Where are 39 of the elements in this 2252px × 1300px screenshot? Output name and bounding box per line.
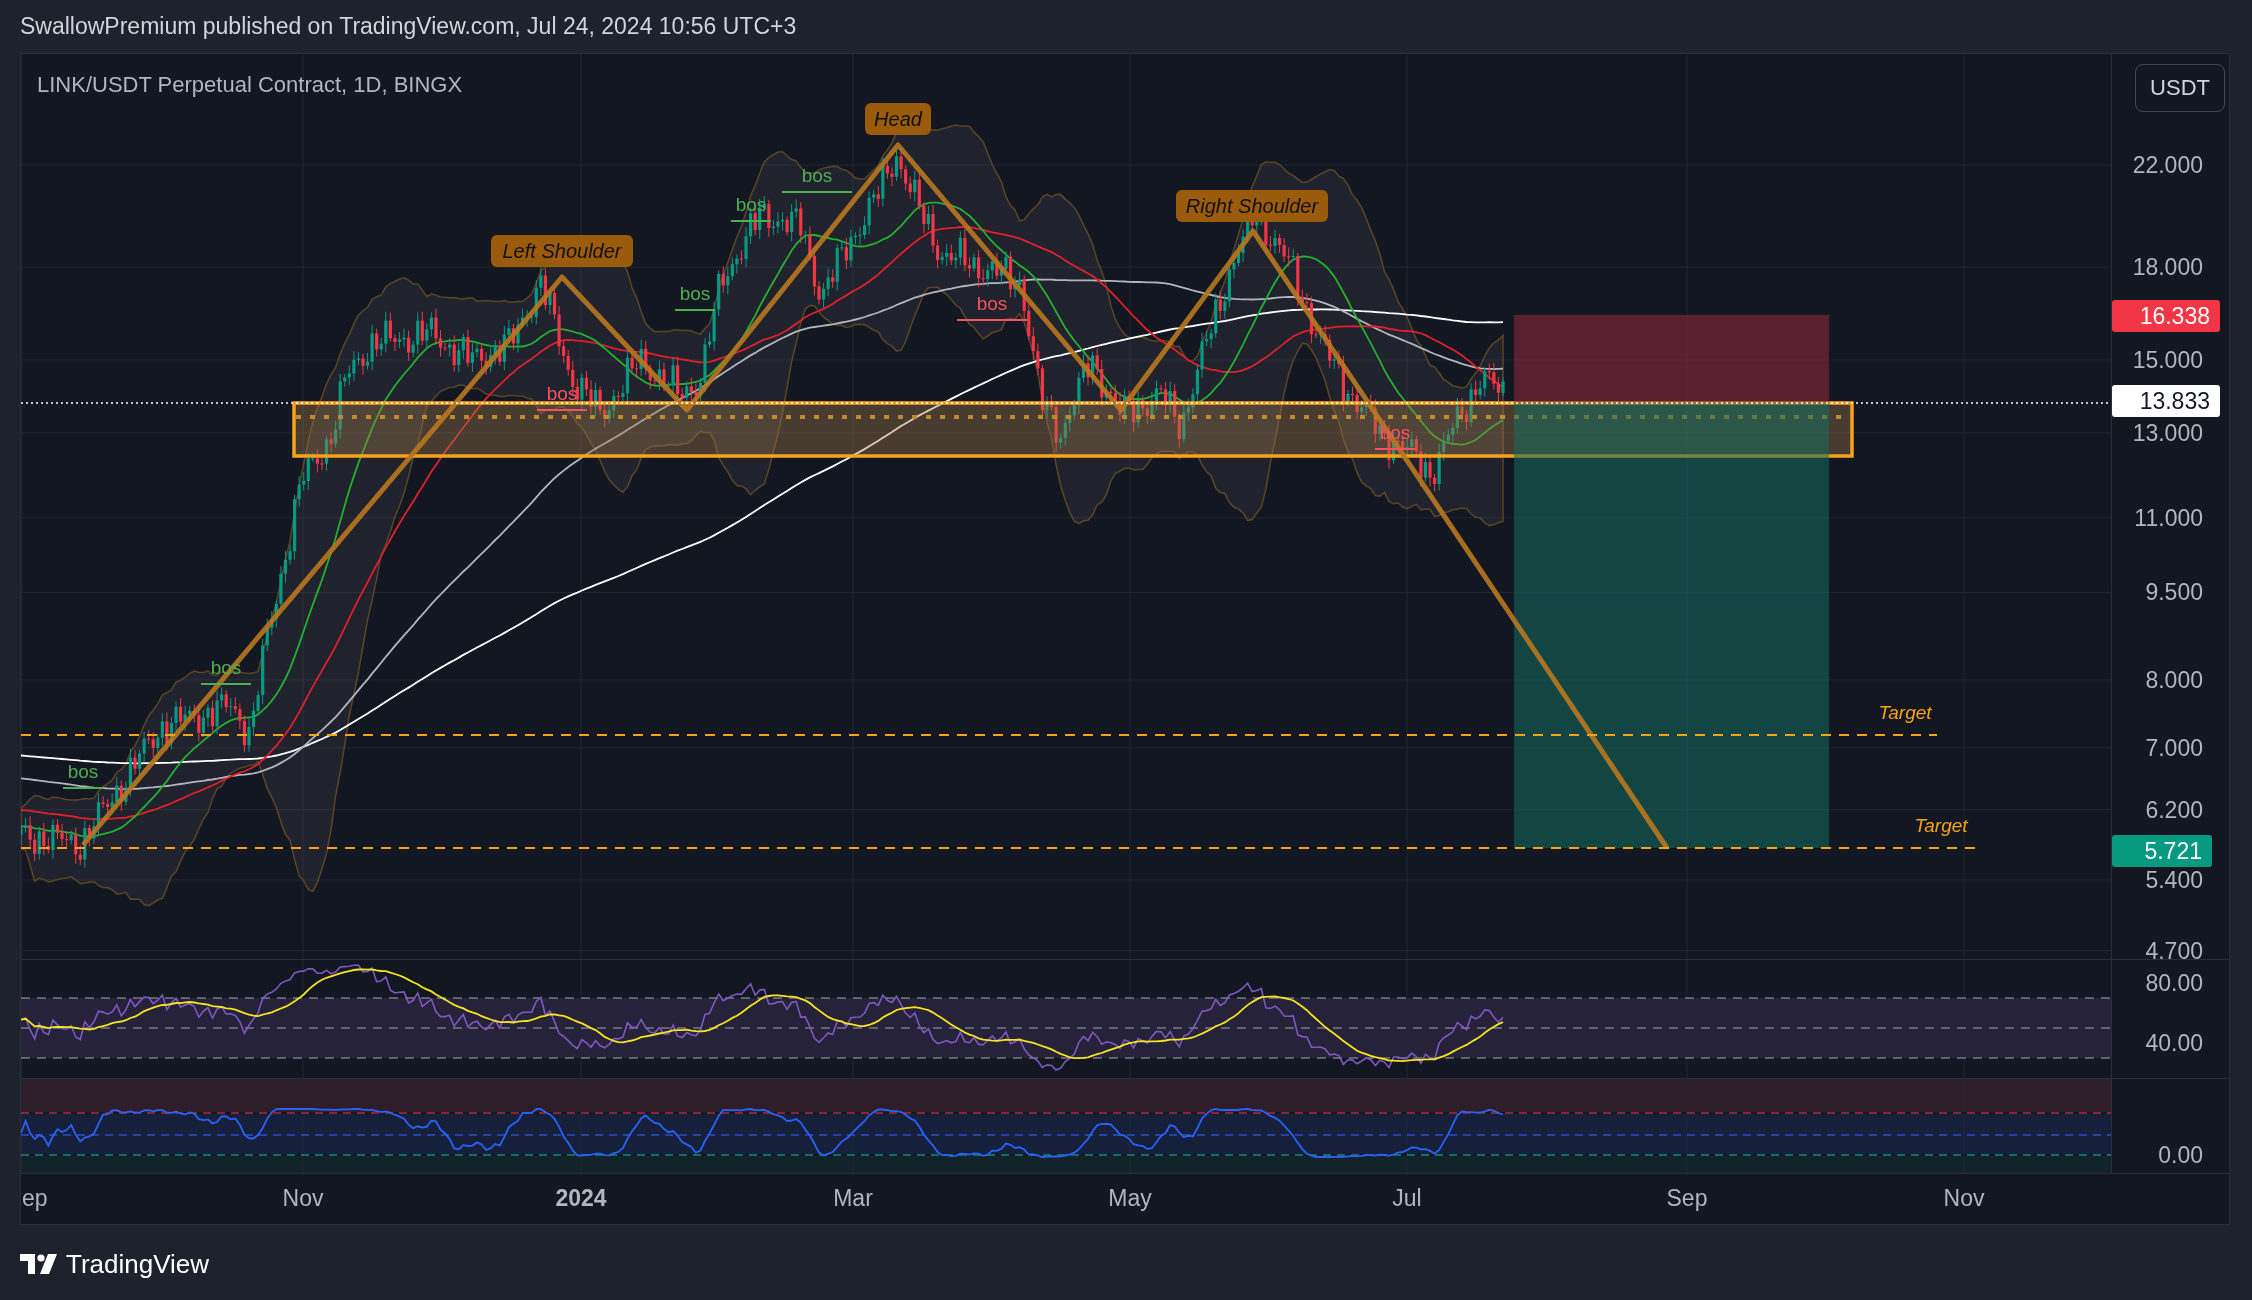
price-tag: 5.721 — [2112, 834, 2212, 867]
rsi-axis-label: 40.00 — [2145, 1029, 2203, 1057]
price-axis-label: 8.000 — [2145, 665, 2203, 694]
price-axis-label: 22.000 — [2132, 151, 2203, 179]
bos-label: bos — [62, 761, 104, 789]
pattern-label: Head — [865, 103, 931, 135]
price-axis-label: 13.000 — [2132, 418, 2203, 447]
price-axis-label: 6.200 — [2145, 795, 2203, 824]
price-axis-label: 9.500 — [2145, 578, 2203, 607]
pattern-label: Right Shoulder — [1176, 190, 1328, 222]
time-axis-label: Nov — [282, 1185, 324, 1212]
price-axis-label: 5.400 — [2145, 865, 2203, 894]
price-axis-label: 18.000 — [2132, 253, 2203, 282]
price-tag: 13.833 — [2112, 385, 2220, 418]
bos-label: bos — [956, 293, 1028, 321]
price-axis-label: 7.000 — [2145, 733, 2203, 762]
target-label: Target — [1878, 702, 1932, 723]
time-axis-label: Nov — [1943, 1185, 1985, 1212]
time-axis-label: May — [1108, 1185, 1152, 1212]
bos-label: bos — [674, 283, 716, 311]
time-axis-label: Jul — [1392, 1185, 1422, 1212]
logo-text: TradingView — [66, 1248, 210, 1280]
rsi-axis-label: 80.00 — [2145, 969, 2203, 997]
pattern-label: Left Shoulder — [491, 235, 633, 267]
currency-button[interactable]: USDT — [2135, 64, 2225, 112]
price-axis-label: 11.000 — [2134, 503, 2203, 532]
target-label: Target — [1914, 815, 1968, 836]
time-axis-label: Sep — [1666, 1185, 1708, 1212]
time-axis-label: ep — [22, 1185, 48, 1212]
time-axis-label: 2024 — [555, 1185, 607, 1212]
oscillator-axis-label: 0.00 — [2158, 1141, 2203, 1169]
price-axis-label: 15.000 — [2132, 345, 2203, 374]
price-tag: 16.338 — [2112, 300, 2220, 333]
price-axis-label: 4.700 — [2145, 936, 2203, 965]
time-axis-label: Mar — [833, 1185, 873, 1212]
publish-info: SwallowPremium published on TradingView.com, Jul 24, 2024 10:56 UTC+3 — [20, 13, 797, 40]
logo-icon — [20, 1254, 58, 1274]
bos-label: bos — [781, 165, 853, 193]
chart-title: LINK/USDT Perpetual Contract, 1D, BINGX — [37, 72, 463, 98]
